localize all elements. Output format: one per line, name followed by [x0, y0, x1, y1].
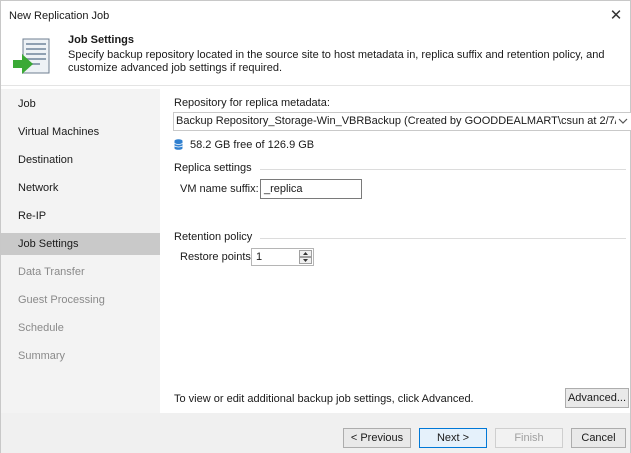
settings-wizard-icon: [13, 38, 50, 74]
stepper-up-icon[interactable]: [299, 250, 312, 257]
sidebar-item-re-ip[interactable]: Re-IP: [1, 205, 160, 227]
replica-settings-heading: Replica settings: [174, 162, 252, 174]
close-icon[interactable]: ✕: [606, 6, 626, 26]
repository-selected-value: Backup Repository_Storage-Win_VBRBackup …: [176, 115, 616, 127]
sidebar-item-virtual-machines[interactable]: Virtual Machines: [1, 121, 160, 143]
sidebar-item-destination[interactable]: Destination: [1, 149, 160, 171]
repository-label: Repository for replica metadata:: [174, 97, 330, 109]
sidebar-item-job[interactable]: Job: [1, 93, 160, 115]
sidebar-item-network[interactable]: Network: [1, 177, 160, 199]
wizard-steps-sidebar: Job Virtual Machines Destination Network…: [1, 89, 160, 413]
page-description: Specify backup repository located in the…: [68, 49, 605, 74]
vm-name-suffix-input[interactable]: _replica: [260, 179, 362, 199]
cancel-button[interactable]: Cancel: [571, 428, 626, 448]
title-bar: New Replication Job ✕: [1, 1, 630, 31]
restore-points-value: 1: [256, 251, 263, 263]
retention-policy-divider: [260, 238, 626, 239]
advanced-button[interactable]: Advanced...: [565, 388, 629, 408]
sidebar-item-job-settings[interactable]: Job Settings: [1, 233, 160, 255]
new-replication-job-window: New Replication Job ✕ Job Settings Speci…: [0, 0, 631, 453]
sidebar-item-guest-processing: Guest Processing: [18, 294, 105, 306]
finish-button: Finish: [495, 428, 563, 448]
database-icon: [174, 139, 183, 150]
sidebar-item-schedule: Schedule: [18, 322, 64, 334]
wizard-footer: < Previous Next > Finish Cancel: [1, 413, 630, 453]
restore-points-stepper[interactable]: 1: [251, 248, 314, 266]
page-title: Job Settings: [68, 34, 135, 46]
next-button[interactable]: Next >: [419, 428, 487, 448]
advanced-hint-text: To view or edit additional backup job se…: [174, 393, 474, 405]
vm-name-suffix-label: VM name suffix:: [180, 183, 259, 195]
restore-points-label: Restore points:: [180, 251, 254, 263]
free-space-text: 58.2 GB free of 126.9 GB: [190, 139, 315, 151]
repository-select[interactable]: Backup Repository_Storage-Win_VBRBackup …: [173, 112, 631, 131]
chevron-down-icon: [618, 118, 628, 124]
stepper-down-icon[interactable]: [299, 257, 312, 264]
replica-settings-divider: [260, 169, 626, 170]
retention-policy-heading: Retention policy: [174, 231, 253, 243]
sidebar-item-data-transfer: Data Transfer: [18, 266, 85, 278]
window-title: New Replication Job: [9, 10, 110, 22]
sidebar-item-summary: Summary: [18, 350, 66, 362]
wizard-header: Job Settings Specify backup repository l…: [1, 31, 630, 86]
job-settings-panel: Repository for replica metadata: Backup …: [160, 89, 631, 413]
previous-button[interactable]: < Previous: [343, 428, 411, 448]
